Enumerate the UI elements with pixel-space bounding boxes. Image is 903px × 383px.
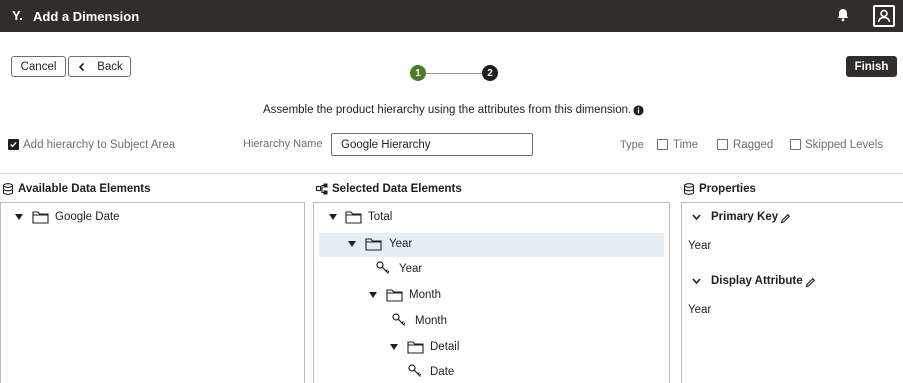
tree-node-label: Month: [409, 289, 441, 301]
primary-key-label: Primary Key: [711, 211, 779, 223]
info-icon[interactable]: [633, 105, 644, 116]
checkmark-icon: [10, 141, 17, 148]
app-logo: Y.: [12, 8, 23, 23]
properties-title: Properties: [699, 183, 756, 195]
display-attribute-label: Display Attribute: [711, 275, 803, 287]
type-label: Type: [620, 139, 644, 151]
add-to-subject-area-label[interactable]: Add hierarchy to Subject Area: [23, 139, 175, 151]
selected-data-elements-header: Selected Data Elements: [316, 183, 462, 195]
type-time-label[interactable]: Time: [673, 139, 698, 151]
window-title: Add a Dimension: [33, 9, 140, 24]
database-icon: [2, 183, 14, 195]
key-icon: [408, 364, 422, 377]
primary-key-value: Year: [688, 240, 712, 252]
cancel-button[interactable]: Cancel: [11, 56, 66, 77]
back-button-label: Back: [97, 60, 123, 73]
tree-node-google-date[interactable]: Google Date: [1, 206, 304, 230]
tree-node-year-key[interactable]: Year: [319, 258, 664, 282]
tree-node-label: Total: [368, 211, 393, 223]
chevron-left-icon: [79, 62, 85, 71]
pencil-edit-icon[interactable]: [805, 277, 816, 288]
folder-icon: [365, 238, 382, 251]
properties-panel: [681, 202, 903, 383]
properties-header: Properties: [683, 183, 756, 195]
back-button[interactable]: Back: [68, 56, 131, 77]
caret-down-icon[interactable]: [15, 214, 23, 221]
type-skipped-levels-label[interactable]: Skipped Levels: [805, 139, 883, 151]
key-icon: [376, 261, 390, 274]
tree-node-label: Detail: [430, 341, 460, 353]
title-bar: Y. Add a Dimension: [0, 0, 903, 32]
tree-node-month-level[interactable]: Month: [319, 284, 664, 308]
tree-node-label: Google Date: [55, 211, 120, 223]
available-data-elements-title: Available Data Elements: [18, 183, 151, 195]
tree-node-label: Month: [415, 315, 447, 327]
tree-node-label: Year: [389, 238, 413, 250]
tree-node-year-level[interactable]: Year: [319, 233, 664, 257]
section-divider: [0, 173, 903, 174]
type-skipped-levels-checkbox[interactable]: [790, 139, 801, 150]
key-icon: [392, 313, 406, 326]
stepper-connector: [426, 73, 482, 74]
hierarchy-icon: [316, 183, 328, 195]
user-profile-icon[interactable]: [873, 5, 895, 27]
step-2[interactable]: 2: [482, 65, 498, 81]
caret-down-icon[interactable]: [390, 344, 398, 351]
database-icon: [683, 183, 695, 195]
folder-icon: [32, 211, 49, 224]
tree-node-detail-level[interactable]: Detail: [319, 336, 664, 360]
tree-node-total[interactable]: Total: [319, 206, 664, 230]
hierarchy-name-label: Hierarchy Name: [243, 138, 323, 150]
tree-node-date-key[interactable]: Date: [319, 361, 664, 383]
chevron-down-icon[interactable]: [692, 278, 701, 285]
tree-node-month-key[interactable]: Month: [319, 310, 664, 334]
tree-node-label: Year: [399, 263, 423, 275]
folder-icon: [345, 211, 362, 224]
available-data-elements-header: Available Data Elements: [2, 183, 151, 195]
chevron-down-icon[interactable]: [692, 214, 701, 221]
type-time-checkbox[interactable]: [657, 139, 668, 150]
folder-icon: [407, 341, 424, 354]
pencil-edit-icon[interactable]: [780, 213, 791, 224]
selected-data-elements-title: Selected Data Elements: [332, 183, 462, 195]
finish-button[interactable]: Finish: [846, 56, 897, 77]
caret-down-icon[interactable]: [369, 292, 377, 299]
tree-node-label: Date: [430, 366, 455, 378]
caret-down-icon[interactable]: [329, 214, 337, 221]
folder-icon: [386, 289, 403, 302]
add-to-subject-area-checkbox[interactable]: [8, 139, 19, 150]
step-1[interactable]: 1: [410, 65, 426, 81]
hierarchy-name-input[interactable]: [331, 133, 533, 156]
notification-bell-icon[interactable]: [834, 6, 852, 24]
display-attribute-value: Year: [688, 304, 712, 316]
instruction-text: Assemble the product hierarchy using the…: [263, 104, 632, 116]
type-ragged-label[interactable]: Ragged: [733, 139, 773, 151]
caret-down-icon[interactable]: [348, 241, 356, 248]
type-ragged-checkbox[interactable]: [717, 139, 728, 150]
